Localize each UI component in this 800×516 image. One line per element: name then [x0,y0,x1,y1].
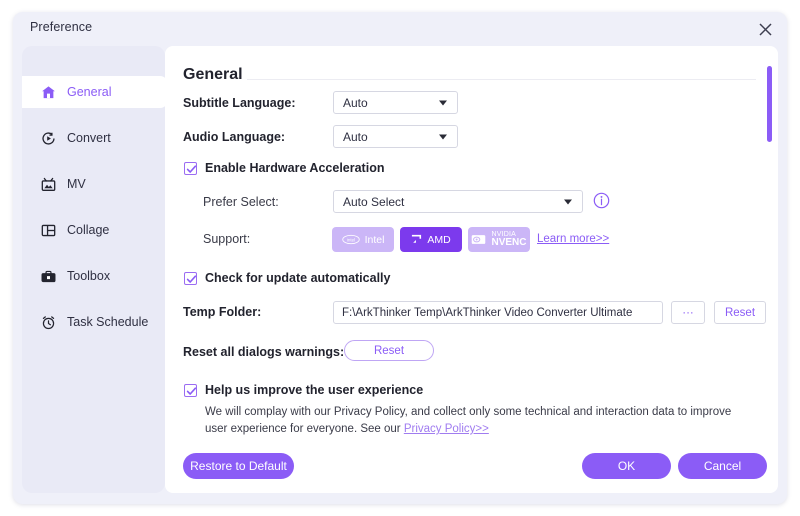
temp-folder-value: F:\ArkThinker Temp\ArkThinker Video Conv… [342,306,633,319]
alarm-icon [37,315,59,330]
scrollbar-thumb[interactable] [767,66,772,142]
learn-more-link[interactable]: Learn more>> [537,233,609,245]
reset-dialogs-label: Reset all dialogs warnings: [183,345,345,359]
temp-folder-input[interactable]: F:\ArkThinker Temp\ArkThinker Video Conv… [333,301,663,324]
prefer-select-dropdown[interactable]: Auto Select [333,190,583,213]
subtitle-language-value: Auto [343,95,368,110]
subtitle-language-select[interactable]: Auto [333,91,458,114]
support-badge-label: Intel [364,233,385,246]
sidebar-item-collage[interactable]: Collage [22,214,165,246]
chevron-down-icon [564,199,572,204]
enable-hardware-acceleration-checkbox[interactable]: Enable Hardware Acceleration [184,161,384,175]
info-icon[interactable] [593,192,610,209]
sidebar-item-general[interactable]: General [22,76,168,108]
mv-icon [37,177,59,192]
toolbox-icon [37,269,59,284]
sidebar: General Convert MV Collage Toolbox Task … [22,46,168,493]
support-badge-line2: NVENC [491,237,527,248]
chevron-down-icon [439,134,447,139]
home-icon [37,85,59,100]
sidebar-item-label: Toolbox [67,269,111,283]
content-panel: General Subtitle Language: Auto Audio La… [165,46,778,493]
restore-to-default-button[interactable]: Restore to Default [183,453,294,479]
chevron-down-icon [439,100,447,105]
convert-icon [37,131,59,146]
window-title: Preference [30,20,93,34]
title-bar: Preference [13,12,787,46]
amd-logo-icon [411,234,422,245]
subtitle-language-label: Subtitle Language: [183,96,296,110]
svg-text:intel: intel [346,237,354,242]
support-badge-stack: NVIDIA NVENC [491,231,526,248]
nvidia-logo-icon [471,234,486,245]
checkbox-box [184,383,197,397]
ok-button[interactable]: OK [582,453,671,479]
checkbox-box [184,271,197,285]
privacy-policy-link[interactable]: Privacy Policy>> [404,423,489,435]
temp-folder-reset-button[interactable]: Reset [714,301,766,324]
support-badge-label: AMD [427,233,451,246]
enable-hardware-acceleration-label: Enable Hardware Acceleration [205,161,385,175]
reset-dialogs-button[interactable]: Reset [344,340,434,361]
sidebar-item-label: MV [67,177,86,191]
temp-folder-label: Temp Folder: [183,305,262,319]
scrollbar-track[interactable] [767,54,772,484]
collage-icon [37,223,59,238]
sidebar-item-label: Task Schedule [67,315,149,329]
check-update-label: Check for update automatically [205,271,391,285]
sidebar-item-convert[interactable]: Convert [22,122,165,154]
check-update-checkbox[interactable]: Check for update automatically [184,271,390,285]
sidebar-item-task-schedule[interactable]: Task Schedule [22,306,165,338]
prefer-select-value: Auto Select [343,194,405,209]
title-divider [247,79,756,80]
support-badge-intel[interactable]: intel Intel [332,227,394,252]
page-title: General [183,66,243,83]
cancel-button[interactable]: Cancel [678,453,767,479]
improve-experience-checkbox[interactable]: Help us improve the user experience [184,383,423,397]
checkbox-box [184,161,197,175]
audio-language-select[interactable]: Auto [333,125,458,148]
sidebar-item-label: Collage [67,223,110,237]
support-badge-amd[interactable]: AMD [400,227,462,252]
intel-logo-icon: intel [341,234,360,245]
support-badge-nvidia-nvenc[interactable]: NVIDIA NVENC [468,227,530,252]
audio-language-label: Audio Language: [183,130,286,144]
temp-folder-browse-button[interactable]: ··· [671,301,705,324]
prefer-select-label: Prefer Select: [203,195,279,209]
sidebar-item-mv[interactable]: MV [22,168,165,200]
audio-language-value: Auto [343,129,368,144]
preference-window: Preference General Convert MV Collage To… [13,12,787,504]
sidebar-item-label: General [67,85,112,99]
improve-experience-label: Help us improve the user experience [205,383,424,397]
sidebar-item-label: Convert [67,131,111,145]
support-label: Support: [203,232,251,246]
sidebar-item-toolbox[interactable]: Toolbox [22,260,165,292]
close-icon[interactable] [751,15,779,43]
privacy-description: We will complay with our Privacy Policy,… [205,404,735,438]
